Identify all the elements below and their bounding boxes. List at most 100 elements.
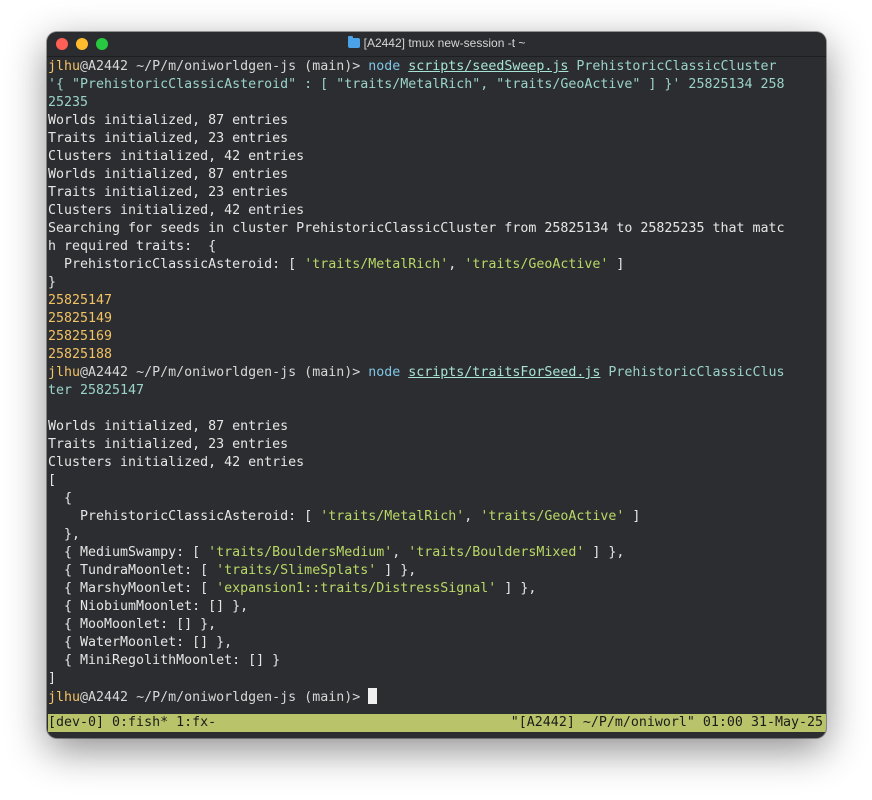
terminal-line: Worlds initialized, 87 entries bbox=[48, 166, 826, 184]
terminal-line: Clusters initialized, 42 entries bbox=[48, 202, 826, 220]
terminal-text: { MooMoonlet: [] }, bbox=[48, 617, 217, 632]
terminal-text: h required traits: { bbox=[48, 239, 217, 254]
terminal-line: Worlds initialized, 87 entries bbox=[48, 418, 826, 436]
terminal-text: Searching for seeds in cluster Prehistor… bbox=[48, 221, 785, 236]
terminal-text: { MarshyMoonlet: [ bbox=[48, 581, 217, 596]
terminal-text: 'traits/GeoActive' bbox=[464, 257, 609, 272]
terminal-text: ter 25825147 bbox=[48, 383, 145, 398]
terminal-text: Clusters initialized, 42 entries bbox=[48, 149, 305, 164]
terminal-text: { MediumSwampy: [ bbox=[48, 545, 209, 560]
terminal-text: 'traits/GeoActive' bbox=[480, 509, 625, 524]
terminal-text: } bbox=[48, 275, 57, 290]
terminal-text: 25825147 bbox=[48, 293, 113, 308]
terminal-output[interactable]: jlhu@A2442 ~/P/m/oniworldgen-js (main)> … bbox=[48, 58, 826, 738]
terminal-line: 25825147 bbox=[48, 292, 826, 310]
terminal-line: PrehistoricClassicAsteroid: [ 'traits/Me… bbox=[48, 508, 826, 526]
terminal-text: 'expansion1::traits/DistressSignal' bbox=[216, 581, 497, 596]
window-title-text: [A2442] tmux new-session -t ~ bbox=[363, 36, 526, 50]
folder-icon bbox=[347, 36, 360, 48]
terminal-line: Searching for seeds in cluster Prehistor… bbox=[48, 220, 826, 238]
terminal-line: { NiobiumMoonlet: [] }, bbox=[48, 598, 826, 616]
terminal-line: jlhu@A2442 ~/P/m/oniworldgen-js (main)> bbox=[48, 688, 826, 706]
terminal-text: Clusters initialized, 42 entries bbox=[48, 455, 305, 470]
terminal-text: @A2442 ~/P/m/oniworldgen-js (main)> bbox=[80, 59, 369, 74]
terminal-text: ] bbox=[624, 509, 641, 524]
terminal-line: h required traits: { bbox=[48, 238, 826, 256]
terminal-text: 'traits/BouldersMedium' bbox=[208, 545, 393, 560]
terminal-text: Worlds initialized, 87 entries bbox=[48, 167, 289, 182]
terminal-text: { MiniRegolithMoonlet: [] } bbox=[48, 653, 281, 668]
terminal-text: }, bbox=[48, 527, 81, 542]
terminal-text: Worlds initialized, 87 entries bbox=[48, 419, 289, 434]
terminal-line: Traits initialized, 23 entries bbox=[48, 436, 826, 454]
terminal-line: { WaterMoonlet: [] }, bbox=[48, 634, 826, 652]
terminal-line: Clusters initialized, 42 entries bbox=[48, 454, 826, 472]
terminal-window: [A2442] tmux new-session -t ~ jlhu@A2442… bbox=[47, 32, 826, 738]
terminal-line: } bbox=[48, 274, 826, 292]
terminal-text: 'traits/MetalRich' bbox=[304, 257, 449, 272]
terminal-line: [ bbox=[48, 472, 826, 490]
terminal-text: jlhu bbox=[48, 59, 81, 74]
terminal-line: { MooMoonlet: [] }, bbox=[48, 616, 826, 634]
terminal-line: Worlds initialized, 87 entries bbox=[48, 112, 826, 130]
terminal-text: { bbox=[48, 491, 73, 506]
terminal-text: , bbox=[392, 545, 409, 560]
terminal-line: 25825188 bbox=[48, 346, 826, 364]
terminal-text: 25825169 bbox=[48, 329, 113, 344]
terminal-text: 'traits/MetalRich' bbox=[320, 509, 465, 524]
terminal-text: PrehistoricClassicCluster bbox=[568, 59, 777, 74]
tmux-status-info: "[A2442] ~/P/m/oniworl" 01:00 31-May-25 bbox=[510, 715, 823, 730]
terminal-line: { bbox=[48, 490, 826, 508]
terminal-text: Traits initialized, 23 entries bbox=[48, 437, 289, 452]
terminal-line: { MarshyMoonlet: [ 'expansion1::traits/D… bbox=[48, 580, 826, 598]
terminal-text: ] bbox=[608, 257, 625, 272]
terminal-line: jlhu@A2442 ~/P/m/oniworldgen-js (main)> … bbox=[48, 58, 826, 76]
terminal-text: ] }, bbox=[584, 545, 625, 560]
terminal-line: jlhu@A2442 ~/P/m/oniworldgen-js (main)> … bbox=[48, 364, 826, 382]
tmux-status-bar: [dev-0] 0:fish* 1:fx- "[A2442] ~/P/m/oni… bbox=[48, 714, 826, 732]
terminal-line: PrehistoricClassicAsteroid: [ 'traits/Me… bbox=[48, 256, 826, 274]
terminal-text: PrehistoricClassicClus bbox=[600, 365, 785, 380]
terminal-line: Clusters initialized, 42 entries bbox=[48, 148, 826, 166]
terminal-text: ] bbox=[48, 671, 57, 686]
terminal-text: node bbox=[368, 59, 409, 74]
terminal-text: 'traits/SlimeSplats' bbox=[216, 563, 377, 578]
terminal-line: 25235 bbox=[48, 94, 826, 112]
terminal-text: PrehistoricClassicAsteroid: [ bbox=[48, 509, 321, 524]
terminal-text: Traits initialized, 23 entries bbox=[48, 185, 289, 200]
terminal-line: }, bbox=[48, 526, 826, 544]
terminal-text: [ bbox=[48, 473, 57, 488]
terminal-text: ] }, bbox=[496, 581, 537, 596]
terminal-text: 25235 bbox=[48, 95, 89, 110]
title-bar[interactable]: [A2442] tmux new-session -t ~ bbox=[47, 32, 826, 57]
terminal-text: Traits initialized, 23 entries bbox=[48, 131, 289, 146]
terminal-text: Worlds initialized, 87 entries bbox=[48, 113, 289, 128]
terminal-line: '{ "PrehistoricClassicAsteroid" : [ "tra… bbox=[48, 76, 826, 94]
terminal-text: PrehistoricClassicAsteroid: [ bbox=[48, 257, 305, 272]
terminal-text: 25825149 bbox=[48, 311, 113, 326]
terminal-line: { MediumSwampy: [ 'traits/BouldersMedium… bbox=[48, 544, 826, 562]
terminal-text: node bbox=[368, 365, 409, 380]
terminal-text: , bbox=[464, 509, 481, 524]
terminal-line: Traits initialized, 23 entries bbox=[48, 184, 826, 202]
terminal-text: Clusters initialized, 42 entries bbox=[48, 203, 305, 218]
terminal-line: 25825149 bbox=[48, 310, 826, 328]
terminal-text: scripts/seedSweep.js bbox=[408, 59, 569, 74]
terminal-line: { MiniRegolithMoonlet: [] } bbox=[48, 652, 826, 670]
window-title: [A2442] tmux new-session -t ~ bbox=[47, 36, 826, 50]
terminal-text: jlhu bbox=[48, 365, 81, 380]
tmux-window-list[interactable]: [dev-0] 0:fish* 1:fx- bbox=[48, 714, 216, 732]
terminal-text: '{ "PrehistoricClassicAsteroid" : [ "tra… bbox=[48, 77, 785, 92]
terminal-text: { WaterMoonlet: [] }, bbox=[48, 635, 233, 650]
terminal-text: @A2442 ~/P/m/oniworldgen-js (main)> bbox=[80, 365, 369, 380]
terminal-text: ] }, bbox=[376, 563, 417, 578]
terminal-line: 25825169 bbox=[48, 328, 826, 346]
terminal-line: Traits initialized, 23 entries bbox=[48, 130, 826, 148]
terminal-text: { TundraMoonlet: [ bbox=[48, 563, 217, 578]
terminal-text: @A2442 ~/P/m/oniworldgen-js (main)> bbox=[80, 690, 369, 705]
terminal-line: { TundraMoonlet: [ 'traits/SlimeSplats' … bbox=[48, 562, 826, 580]
terminal-text: jlhu bbox=[48, 690, 81, 705]
terminal-line: ter 25825147 bbox=[48, 382, 826, 400]
terminal-text: { NiobiumMoonlet: [] }, bbox=[48, 599, 249, 614]
